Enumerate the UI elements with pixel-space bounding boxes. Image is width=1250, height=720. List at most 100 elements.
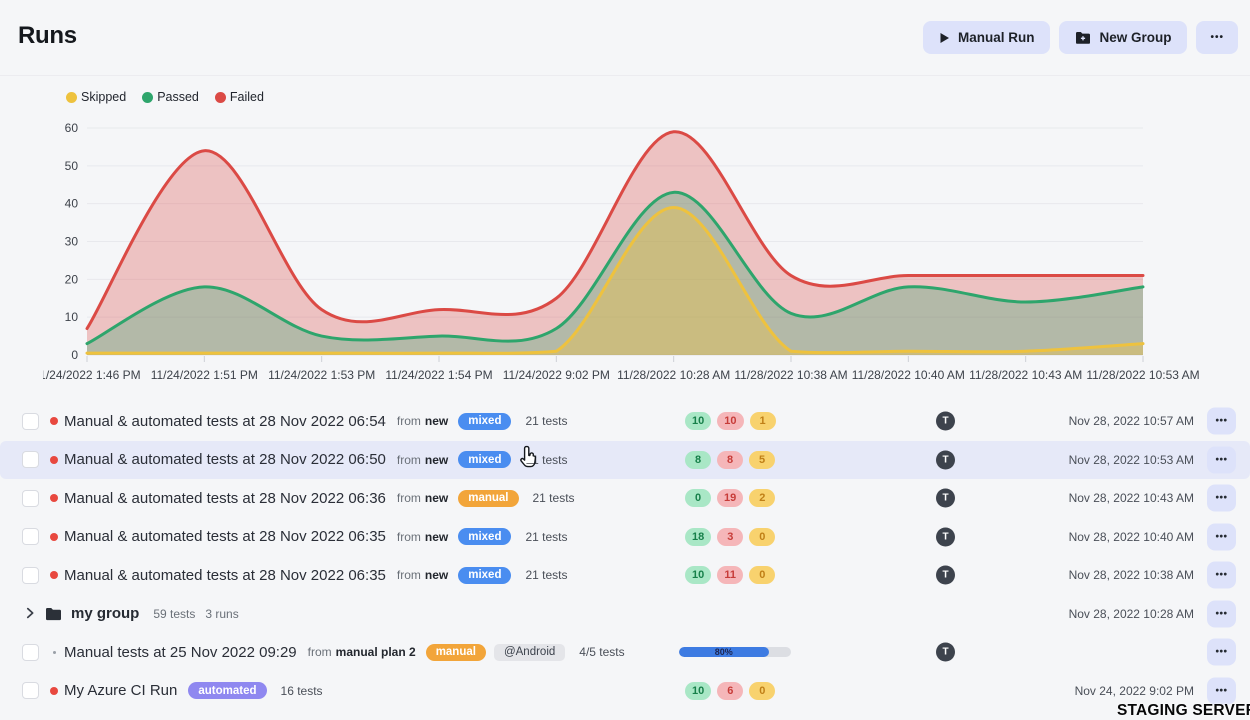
chart-legend: SkippedPassedFailed — [66, 90, 264, 104]
row-menu-button[interactable]: ••• — [1207, 485, 1236, 512]
svg-text:20: 20 — [65, 272, 79, 286]
run-title[interactable]: Manual & automated tests at 28 Nov 2022 … — [64, 567, 386, 584]
run-title[interactable]: Manual & automated tests at 28 Nov 2022 … — [64, 490, 386, 507]
legend-item-failed: Failed — [215, 90, 264, 104]
failed-status-dot — [50, 687, 58, 695]
result-stats: 0192 — [685, 489, 775, 507]
svg-text:11/24/2022 1:54 PM: 11/24/2022 1:54 PM — [385, 368, 492, 382]
manual-run-button[interactable]: Manual Run — [923, 21, 1051, 54]
skipped-count-badge: 1 — [750, 412, 776, 430]
row-left-cluster: Manual & automated tests at 28 Nov 2022 … — [22, 441, 568, 480]
svg-text:60: 60 — [65, 121, 79, 135]
runs-list: Manual & automated tests at 28 Nov 2022 … — [0, 402, 1250, 710]
svg-text:40: 40 — [65, 197, 79, 211]
tests-count: 21 tests — [525, 414, 567, 428]
row-left-cluster: Manual & automated tests at 28 Nov 2022 … — [22, 556, 568, 595]
svg-text:11/28/2022 10:28 AM: 11/28/2022 10:28 AM — [617, 368, 730, 382]
row-left-cluster: Manual & automated tests at 28 Nov 2022 … — [22, 479, 575, 518]
legend-dot-icon — [66, 92, 77, 103]
passed-count-badge: 18 — [685, 528, 711, 546]
legend-label: Passed — [157, 90, 199, 104]
from-label: from — [397, 453, 421, 467]
mixed-badge: mixed — [458, 451, 511, 468]
row-menu-button[interactable]: ••• — [1207, 677, 1236, 704]
ellipsis-icon: ••• — [1210, 32, 1224, 43]
from-plan-name: new — [425, 414, 448, 428]
from-label: from — [397, 491, 421, 505]
failed-status-dot — [50, 571, 58, 579]
tests-count: 4/5 tests — [579, 645, 624, 659]
user-avatar: T — [936, 527, 955, 546]
run-date: Nov 24, 2022 9:02 PM — [1075, 684, 1194, 698]
row-checkbox[interactable] — [22, 413, 39, 430]
new-group-button[interactable]: New Group — [1059, 21, 1187, 54]
run-title[interactable]: My Azure CI Run — [64, 682, 177, 699]
group-title[interactable]: my group — [71, 605, 139, 622]
legend-dot-icon — [215, 92, 226, 103]
skipped-count-badge: 5 — [749, 451, 775, 469]
run-row[interactable]: Manual & automated tests at 28 Nov 2022 … — [0, 556, 1250, 595]
failed-status-dot — [50, 533, 58, 541]
row-menu-button[interactable]: ••• — [1207, 523, 1236, 550]
row-checkbox[interactable] — [22, 451, 39, 468]
row-menu-button[interactable]: ••• — [1207, 600, 1236, 627]
header-more-button[interactable]: ••• — [1196, 21, 1238, 54]
neutral-status-dot — [53, 651, 56, 654]
manual-badge: manual — [458, 490, 518, 507]
result-stats: 885 — [685, 451, 775, 469]
run-row[interactable]: Manual & automated tests at 28 Nov 2022 … — [0, 479, 1250, 518]
tests-count: 21 tests — [533, 491, 575, 505]
run-title[interactable]: Manual & automated tests at 28 Nov 2022 … — [64, 528, 386, 545]
mixed-badge: mixed — [458, 528, 511, 545]
from-label: from — [397, 568, 421, 582]
runs-page: Runs Manual Run New Group ••• SkippedPas… — [0, 0, 1250, 720]
run-title[interactable]: Manual & automated tests at 28 Nov 2022 … — [64, 451, 386, 468]
row-checkbox[interactable] — [22, 528, 39, 545]
run-date: Nov 28, 2022 10:38 AM — [1069, 568, 1194, 582]
from-plan-name: new — [425, 530, 448, 544]
user-avatar: T — [936, 450, 955, 469]
folder-icon — [45, 607, 62, 621]
result-stats: 1060 — [685, 682, 775, 700]
run-date: Nov 28, 2022 10:57 AM — [1069, 414, 1194, 428]
row-checkbox[interactable] — [22, 644, 39, 661]
row-menu-button[interactable]: ••• — [1207, 562, 1236, 589]
tests-count: 21 tests — [525, 453, 567, 467]
run-row[interactable]: Manual & automated tests at 28 Nov 2022 … — [0, 402, 1250, 441]
row-menu-button[interactable]: ••• — [1207, 408, 1236, 435]
row-checkbox[interactable] — [22, 567, 39, 584]
run-date: Nov 28, 2022 10:43 AM — [1069, 491, 1194, 505]
from-plan-name: manual plan 2 — [336, 645, 416, 659]
row-menu-button[interactable]: ••• — [1207, 639, 1236, 666]
group-row[interactable]: my group59 tests3 runsNov 28, 2022 10:28… — [0, 595, 1250, 634]
row-left-cluster: my group59 tests3 runs — [22, 595, 249, 634]
skipped-count-badge: 2 — [749, 489, 775, 507]
run-row[interactable]: Manual & automated tests at 28 Nov 2022 … — [0, 441, 1250, 480]
runs-area-chart: 605040302010011/24/2022 1:46 PM11/24/202… — [0, 118, 1250, 400]
progress-percent-label: 80% — [715, 647, 733, 657]
run-title[interactable]: Manual tests at 25 Nov 2022 09:29 — [64, 644, 297, 661]
header-actions: Manual Run New Group ••• — [923, 21, 1238, 54]
from-plan-name: new — [425, 568, 448, 582]
row-checkbox[interactable] — [22, 682, 39, 699]
page-header: Runs Manual Run New Group ••• — [0, 0, 1250, 76]
row-checkbox[interactable] — [22, 490, 39, 507]
user-avatar: T — [936, 643, 955, 662]
failed-status-dot — [50, 417, 58, 425]
new-group-label: New Group — [1099, 30, 1171, 45]
skipped-count-badge: 0 — [749, 566, 775, 584]
row-left-cluster: Manual tests at 25 Nov 2022 09:29fromman… — [22, 633, 625, 672]
run-row[interactable]: My Azure CI Runautomated16 tests1060Nov … — [0, 672, 1250, 711]
run-row[interactable]: Manual tests at 25 Nov 2022 09:29fromman… — [0, 633, 1250, 672]
run-row[interactable]: Manual & automated tests at 28 Nov 2022 … — [0, 518, 1250, 557]
play-icon — [939, 32, 950, 44]
chevron-right-icon[interactable] — [22, 606, 38, 622]
failed-count-badge: 10 — [717, 412, 743, 430]
failed-count-badge: 8 — [717, 451, 743, 469]
svg-text:11/28/2022 10:43 AM: 11/28/2022 10:43 AM — [969, 368, 1082, 382]
run-title[interactable]: Manual & automated tests at 28 Nov 2022 … — [64, 413, 386, 430]
row-menu-button[interactable]: ••• — [1207, 446, 1236, 473]
run-date: Nov 28, 2022 10:40 AM — [1069, 530, 1194, 544]
manual-badge: manual — [426, 644, 486, 661]
svg-text:11/24/2022 9:02 PM: 11/24/2022 9:02 PM — [503, 368, 610, 382]
